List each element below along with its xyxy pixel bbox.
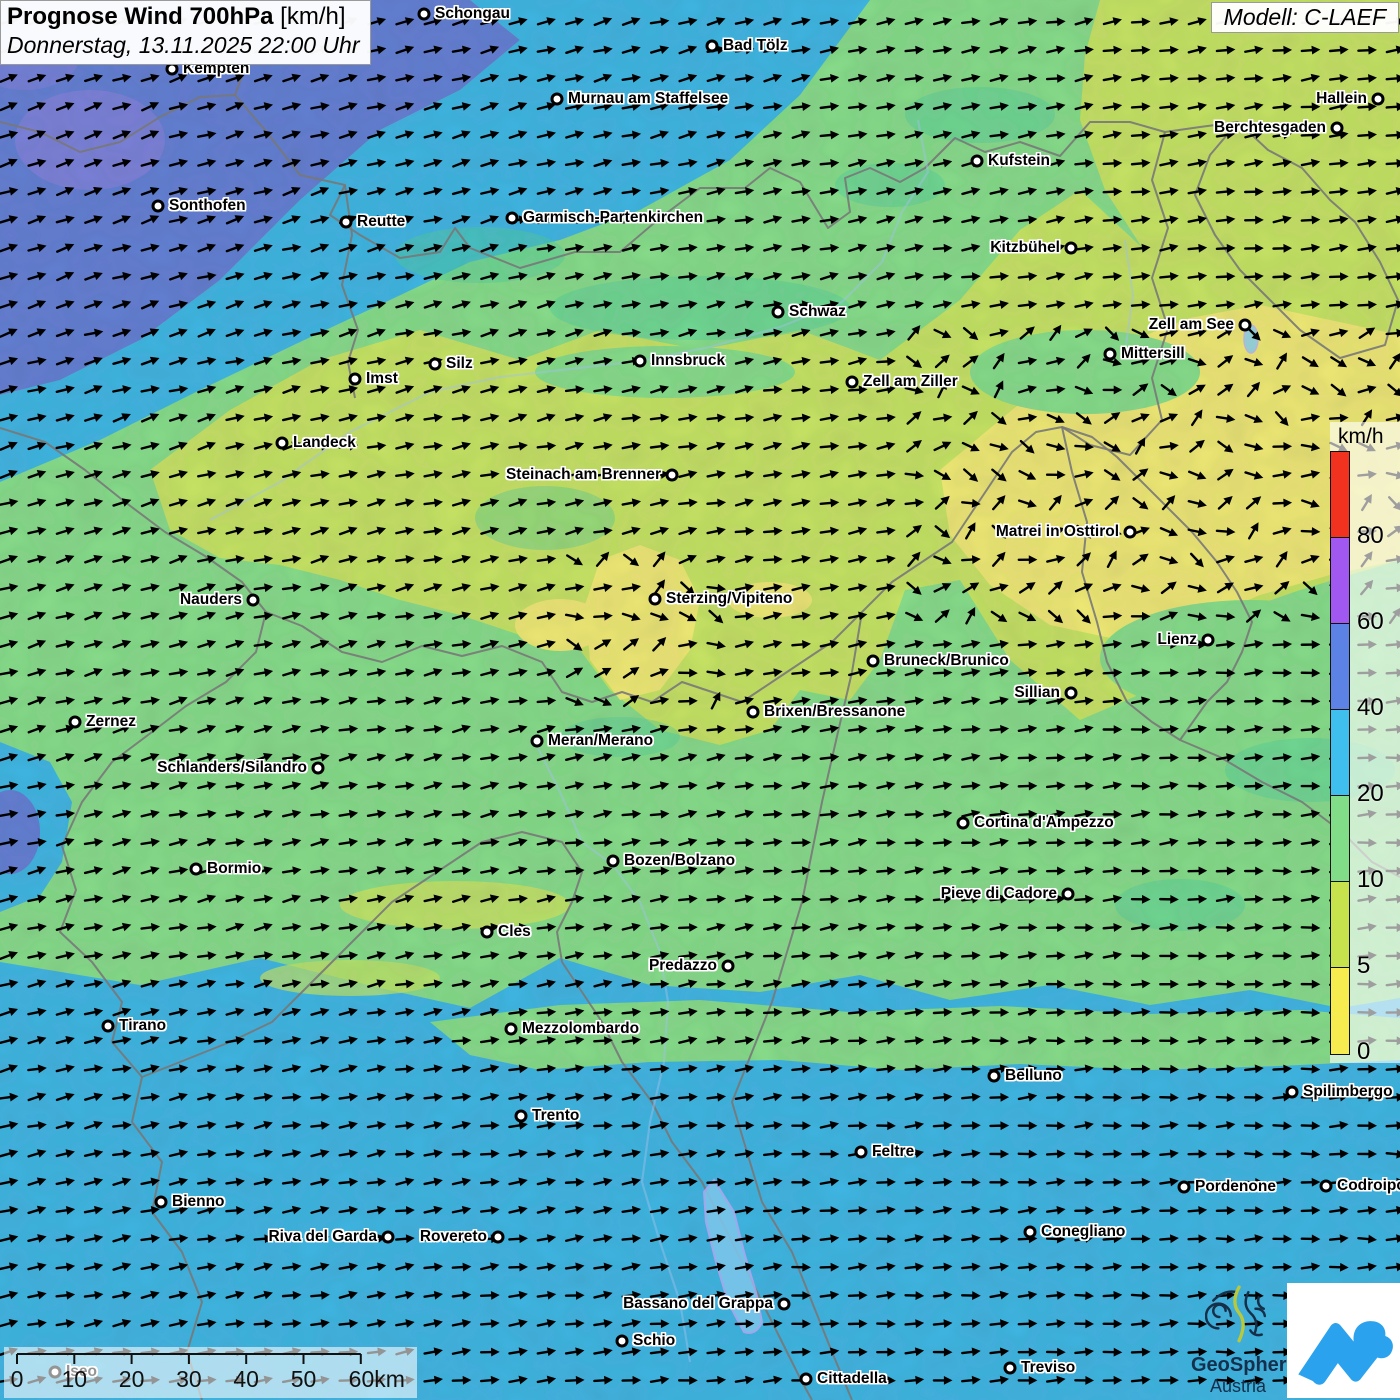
legend-label: 10: [1357, 866, 1384, 894]
distance-scalebar: 0 10 20 30 40 50 60km: [4, 1347, 417, 1398]
legend-label: 40: [1357, 694, 1384, 722]
legend-color-segment: [1331, 796, 1349, 882]
mountain-cloud-icon: [1287, 1283, 1400, 1398]
legend-color-segment: [1331, 968, 1349, 1054]
scalebar-label: 20: [119, 1366, 145, 1393]
legend-unit-label: km/h: [1330, 422, 1400, 449]
geosphere-contour-icon: [1205, 1283, 1271, 1349]
legend-color-segment: [1331, 710, 1349, 796]
legend-color-segment: [1331, 624, 1349, 710]
legend-color-segment: [1331, 452, 1349, 538]
legend-label: 0: [1357, 1038, 1370, 1066]
legend-label: 60: [1357, 608, 1384, 636]
scalebar-label: 30: [176, 1366, 202, 1393]
scalebar-label: 40: [233, 1366, 259, 1393]
legend-label: 5: [1357, 952, 1370, 980]
scalebar-label: 0: [11, 1366, 24, 1393]
scalebar-label: 50: [291, 1366, 317, 1393]
legend-label: 20: [1357, 780, 1384, 808]
legend: km/h 80 60 40 20 10 5 0: [1330, 422, 1400, 1063]
legend-label: 80: [1357, 522, 1384, 550]
wind-speed-map: [0, 0, 1400, 1400]
geosphere-logo: GeoSphere Austria: [1191, 1283, 1285, 1399]
legend-color-segment: [1331, 882, 1349, 968]
forecast-datetime: Donnerstag, 13.11.2025 22:00 Uhr: [7, 32, 360, 59]
title-parameter: Prognose Wind 700hPa: [7, 3, 274, 30]
weather-map-page: SchongauBad TölzKemptenMurnau am Staffel…: [0, 0, 1400, 1400]
title-unit: [km/h]: [274, 3, 346, 30]
legend-color-segment: [1331, 538, 1349, 624]
legend-color-bar: [1330, 451, 1350, 1055]
scalebar-label: 10: [62, 1366, 88, 1393]
partner-logo-box: [1287, 1283, 1400, 1398]
map-title-box: Prognose Wind 700hPa [km/h] Donnerstag, …: [0, 0, 371, 65]
geosphere-org-name: GeoSphere: [1191, 1354, 1285, 1376]
page-title: Prognose Wind 700hPa [km/h]: [7, 3, 360, 31]
scalebar-label: 60km: [349, 1366, 405, 1393]
model-label: Modell: C-LAEF: [1211, 2, 1399, 33]
geosphere-country: Austria: [1191, 1376, 1285, 1396]
